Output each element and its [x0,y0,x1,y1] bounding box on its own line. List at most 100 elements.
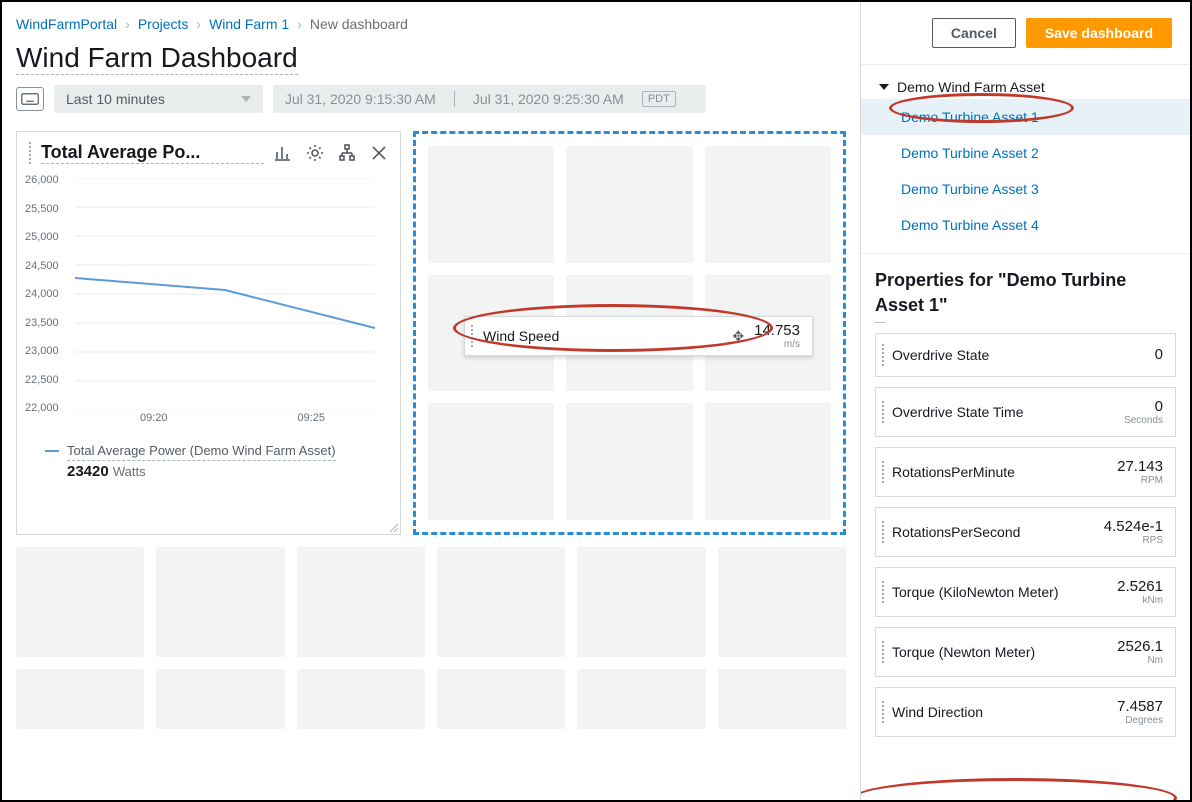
breadcrumb: WindFarmPortal › Projects › Wind Farm 1 … [16,16,846,32]
drag-handle-icon[interactable] [882,401,884,423]
tree-root-label: Demo Wind Farm Asset [897,79,1045,95]
property-row[interactable]: Wind Direction 7.4587Degrees [875,687,1176,737]
range-absolute[interactable]: Jul 31, 2020 9:15:30 AM Jul 31, 2020 9:2… [273,85,706,113]
drag-handle-icon[interactable] [29,142,31,164]
drag-handle-icon[interactable] [471,325,473,347]
property-value: 4.524e-1 [1104,518,1163,535]
chevron-right-icon: › [125,16,130,32]
cancel-button[interactable]: Cancel [932,18,1016,48]
drop-target-grid[interactable]: Wind Speed ✥ 14.753m/s [413,131,846,535]
property-row[interactable]: RotationsPerMinute 27.143RPM [875,447,1176,497]
property-value: 2.5261 [1117,578,1163,595]
time-range-bar: Last 10 minutes Jul 31, 2020 9:15:30 AM … [16,85,846,113]
drag-handle-icon[interactable] [882,581,884,603]
property-unit: RPM [1117,476,1163,486]
property-name: Wind Direction [892,704,1109,720]
close-icon[interactable] [370,144,388,162]
grid-cell[interactable] [437,547,565,657]
property-row[interactable]: Overdrive State 0 [875,333,1176,377]
hierarchy-icon[interactable] [338,144,356,162]
drag-handle-icon[interactable] [882,461,884,483]
property-value: 0 [1155,346,1163,363]
grid-cell[interactable] [16,669,144,729]
property-row[interactable]: Overdrive State Time0Seconds [875,387,1176,437]
range-preset-label: Last 10 minutes [66,91,165,107]
drag-prop-unit: m/s [754,340,800,350]
grid-cell[interactable] [156,669,284,729]
property-value: 2526.1 [1117,638,1163,655]
chevron-right-icon: › [196,16,201,32]
grid-cell[interactable] [16,547,144,657]
properties-panel: Properties for "Demo Turbine Asset 1" Ov… [861,254,1190,800]
legend-value: 23420 [67,463,109,480]
dragging-property-chip[interactable]: Wind Speed ✥ 14.753m/s [464,316,813,356]
property-row[interactable]: Torque (Newton Meter)2526.1Nm [875,627,1176,677]
chevron-right-icon: › [297,16,302,32]
grid-cell[interactable] [577,547,705,657]
caret-down-icon [241,96,251,102]
grid-cell[interactable] [428,146,554,263]
chart-type-icon[interactable] [274,144,292,162]
breadcrumb-current: New dashboard [310,16,408,32]
grid-cell[interactable] [705,403,831,520]
tree-item[interactable]: Demo Turbine Asset 4 [861,207,1190,243]
property-name: Torque (Newton Meter) [892,644,1109,660]
property-value: 7.4587 [1117,698,1163,715]
property-value: 27.143 [1117,458,1163,475]
tree-root[interactable]: Demo Wind Farm Asset [861,75,1190,99]
property-unit: kNm [1117,596,1163,606]
keyboard-icon[interactable] [16,87,44,111]
range-end: Jul 31, 2020 9:25:30 AM [473,91,624,107]
property-unit: RPS [1104,536,1163,546]
breadcrumb-link[interactable]: WindFarmPortal [16,16,117,32]
grid-cell[interactable] [437,669,565,729]
grid-cell[interactable] [705,146,831,263]
property-name: RotationsPerMinute [892,464,1109,480]
range-preset-dropdown[interactable]: Last 10 minutes [54,85,263,113]
range-start: Jul 31, 2020 9:15:30 AM [285,91,436,107]
drag-handle-icon[interactable] [882,701,884,723]
property-name: Torque (KiloNewton Meter) [892,584,1109,600]
move-cursor-icon: ✥ [732,328,744,345]
drag-handle-icon[interactable] [882,641,884,663]
drag-handle-icon[interactable] [882,521,884,543]
timezone-badge: PDT [642,91,676,107]
widget-title[interactable]: Total Average Po... [41,142,264,164]
grid-cell[interactable] [566,146,692,263]
grid-cell[interactable] [566,403,692,520]
line-chart: 26,000 25,500 25,000 24,500 24,000 23,50… [17,174,400,434]
chart-legend: Total Average Power (Demo Wind Farm Asse… [17,434,400,498]
grid-cell[interactable] [428,403,554,520]
property-unit: Degrees [1117,716,1163,726]
property-row[interactable]: RotationsPerSecond 4.524e-1RPS [875,507,1176,557]
property-name: RotationsPerSecond [892,524,1096,540]
tree-item[interactable]: Demo Turbine Asset 2 [861,135,1190,171]
grid-cell[interactable] [297,547,425,657]
grid-cell[interactable] [577,669,705,729]
property-value: 0 [1155,398,1163,415]
drag-prop-name: Wind Speed [483,328,722,344]
grid-cell[interactable] [718,669,846,729]
grid-cell[interactable] [297,669,425,729]
breadcrumb-link[interactable]: Projects [138,16,189,32]
grid-cell[interactable] [718,547,846,657]
save-dashboard-button[interactable]: Save dashboard [1026,18,1172,48]
page-title[interactable]: Wind Farm Dashboard [16,42,298,75]
property-unit: Seconds [1124,416,1163,426]
gear-icon[interactable] [306,144,324,162]
properties-heading: Properties for "Demo Turbine Asset 1" [875,268,1176,318]
breadcrumb-link[interactable]: Wind Farm 1 [209,16,289,32]
grid-cell[interactable] [156,547,284,657]
drag-handle-icon[interactable] [882,344,884,366]
tree-item[interactable]: Demo Turbine Asset 3 [861,171,1190,207]
legend-series-name: Total Average Power (Demo Wind Farm Asse… [67,442,336,461]
caret-down-icon [879,84,889,90]
tree-item[interactable]: Demo Turbine Asset 1 [861,99,1190,135]
property-row[interactable]: Torque (KiloNewton Meter) 2.5261kNm [875,567,1176,617]
resize-handle-icon[interactable] [388,522,398,532]
series-color-icon [45,450,59,452]
annotation-circle [861,778,1177,800]
property-name: Overdrive State [892,347,1147,363]
chart-widget[interactable]: Total Average Po... 26,000 25,500 25,000… [16,131,401,535]
asset-tree: Demo Wind Farm Asset Demo Turbine Asset … [861,65,1190,254]
